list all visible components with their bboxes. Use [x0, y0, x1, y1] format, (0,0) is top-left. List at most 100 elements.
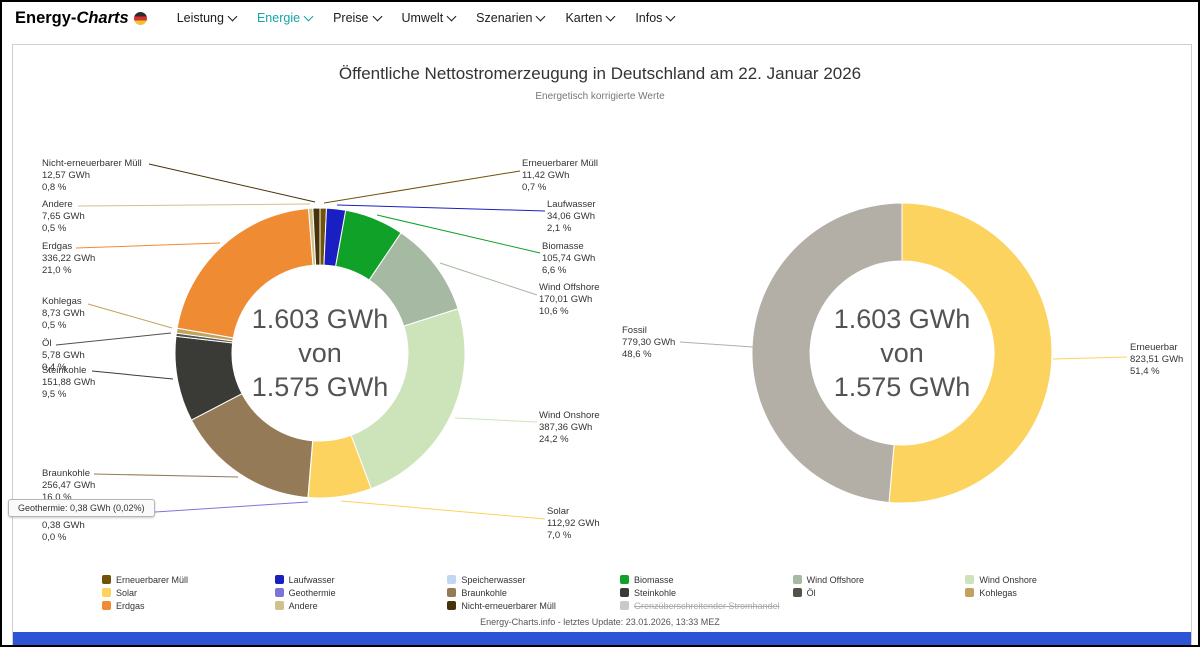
legend-swatch-icon [447, 575, 457, 584]
chevron-down-icon [536, 11, 546, 21]
series-label-steinkohle: Steinkohle 151,88 GWh 9,5 % [42, 365, 95, 401]
legend-item-speicherwasser[interactable]: Speicherwasser [447, 574, 620, 585]
legend-label: Laufwasser [288, 574, 335, 585]
legend-label: Grenzüberschreitender Stromhandel [634, 600, 780, 611]
series-percent: 6,6 % [542, 265, 567, 276]
series-label-erdgas: Erdgas 336,22 GWh 21,0 % [42, 241, 95, 277]
donut-left-center-total: 1.603 GWh von 1.575 GWh [220, 302, 420, 404]
menu-label: Szenarien [476, 11, 533, 25]
legend-item-erneuerbarer-m-ll[interactable]: Erneuerbarer Müll [102, 574, 275, 585]
series-name: Wind Onshore [539, 410, 600, 421]
series-percent: 0,0 % [42, 532, 67, 543]
series-name: Solar [547, 506, 570, 517]
menu-item-leistung[interactable]: Leistung [176, 11, 238, 25]
legend-swatch-icon [965, 588, 975, 597]
chart-subtitle: Energetisch korrigierte Werte [535, 91, 665, 102]
series-name: Fossil [622, 325, 647, 336]
chevron-down-icon [605, 11, 616, 21]
series-value: 170,01 GWh [539, 294, 593, 305]
legend-swatch-icon [792, 575, 802, 584]
series-value: 823,51 GWh [1130, 354, 1184, 365]
legend-swatch-icon [274, 588, 284, 597]
series-percent: 0,5 % [42, 223, 67, 234]
legend-item-erdgas[interactable]: Erdgas [102, 600, 275, 611]
series-name: Laufwasser [547, 199, 596, 210]
menu-item-umwelt[interactable]: Umwelt [402, 11, 457, 25]
menu-label: Leistung [176, 11, 224, 25]
legend-item-nicht-erneuerbarer-m-ll[interactable]: Nicht-erneuerbarer Müll [447, 600, 620, 611]
series-name: Erneuerbar [1130, 342, 1178, 353]
series-label-fossil: Fossil 779,30 GWh 48,6 % [622, 325, 675, 361]
legend-item-grenz-berschreitender-stromhandel[interactable]: Grenzüberschreitender Stromhandel [620, 600, 793, 611]
legend-item-geothermie[interactable]: Geothermie [274, 587, 448, 598]
menu-label: Preise [333, 11, 369, 25]
footer-text: Energy-Charts.info - letztes Update: 23.… [480, 617, 720, 627]
series-percent: 48,6 % [622, 349, 652, 360]
legend-item-wind-onshore[interactable]: Wind Onshore [965, 574, 1138, 585]
series-value: 151,88 GWh [42, 377, 96, 388]
legend-swatch-icon [274, 601, 284, 610]
total-load: 1.575 GWh [251, 372, 389, 402]
logo[interactable]: Energy- Charts [15, 9, 147, 28]
series-value: 0,38 GWh [42, 520, 85, 531]
menu-item-infos[interactable]: Infos [635, 11, 676, 25]
series-percent: 0,7 % [522, 182, 547, 193]
legend-label: Öl [806, 587, 816, 598]
legend-swatch-icon [102, 588, 111, 597]
legend-item-steinkohle[interactable]: Steinkohle [620, 587, 793, 598]
legend-item-l[interactable]: Öl [792, 587, 966, 598]
legend-swatch-icon [274, 575, 284, 584]
legend-item-solar[interactable]: Solar [102, 587, 275, 598]
legend-item-laufwasser[interactable]: Laufwasser [274, 574, 448, 585]
menu-label: Infos [635, 11, 663, 25]
bottom-bar [13, 632, 1191, 645]
series-percent: 2,1 % [547, 223, 572, 234]
legend-item-biomasse[interactable]: Biomasse [620, 574, 793, 585]
top-nav-bar: Energy- Charts Leistung Energie Preise Umwel… [2, 2, 1198, 34]
legend-item-kohlegas[interactable]: Kohlegas [965, 587, 1138, 598]
menu-item-szenarien[interactable]: Szenarien [476, 11, 546, 25]
menu-item-preise[interactable]: Preise [333, 11, 382, 25]
legend-swatch-icon [620, 575, 629, 584]
series-name: Braunkohle [42, 468, 91, 479]
series-percent: 0,8 % [42, 182, 67, 193]
chart-title: Öffentliche Nettostromerzeugung in Deuts… [338, 64, 862, 83]
series-name: Biomasse [542, 241, 584, 252]
chevron-down-icon [227, 11, 238, 21]
legend-label: Kohlegas [979, 587, 1017, 598]
series-label-nicht-erneuerbarer-m-ll: Nicht-erneuerbarer Müll 12,57 GWh 0,8 % [42, 158, 142, 194]
series-label-erneuerbarer-m-ll: Erneuerbarer Müll 11,42 GWh 0,7 % [522, 158, 598, 194]
legend-item-andere[interactable]: Andere [274, 600, 448, 611]
series-label-solar: Solar 112,92 GWh 7,0 % [547, 506, 600, 542]
menu-label: Karten [565, 11, 603, 25]
logo-text-italic: Charts [76, 8, 129, 27]
legend-item-wind-offshore[interactable]: Wind Offshore [792, 574, 966, 585]
logo-text-bold: Energy- [15, 8, 77, 27]
legend-item-braunkohle[interactable]: Braunkohle [447, 587, 620, 598]
legend-swatch-icon [102, 601, 111, 610]
series-percent: 0,5 % [42, 320, 67, 331]
series-value: 336,22 GWh [42, 253, 96, 264]
legend-swatch-icon [102, 575, 111, 584]
legend-swatch-icon [965, 575, 975, 584]
series-label-andere: Andere 7,65 GWh 0,5 % [42, 199, 85, 235]
series-value: 256,47 GWh [42, 480, 96, 491]
series-value: 11,42 GWh [522, 170, 570, 181]
series-name: Erneuerbarer Müll [522, 158, 599, 169]
series-label-biomasse: Biomasse 105,74 GWh 6,6 % [542, 241, 595, 277]
legend: Erneuerbarer Müll Laufwasser Speicherwasse… [102, 574, 1138, 611]
menu-item-karten[interactable]: Karten [565, 11, 616, 25]
chevron-down-icon [372, 11, 382, 21]
series-name: Steinkohle [42, 365, 87, 376]
tooltip-text: Geothermie: 0,38 GWh (0,02%) [18, 503, 145, 513]
total-generated: 1.603 GWh [251, 304, 389, 334]
menu-item-energie[interactable]: Energie [257, 11, 314, 25]
legend-swatch-icon [447, 601, 457, 610]
series-name: Andere [42, 199, 73, 210]
series-label-wind-onshore: Wind Onshore 387,36 GWh 24,2 % [539, 410, 600, 446]
germany-flag-icon [133, 11, 147, 25]
tooltip-geothermie: Geothermie: 0,38 GWh (0,02%) [8, 499, 155, 517]
legend-label: Wind Offshore [806, 574, 865, 585]
series-value: 8,73 GWh [42, 308, 85, 319]
series-value: 387,36 GWh [539, 422, 593, 433]
